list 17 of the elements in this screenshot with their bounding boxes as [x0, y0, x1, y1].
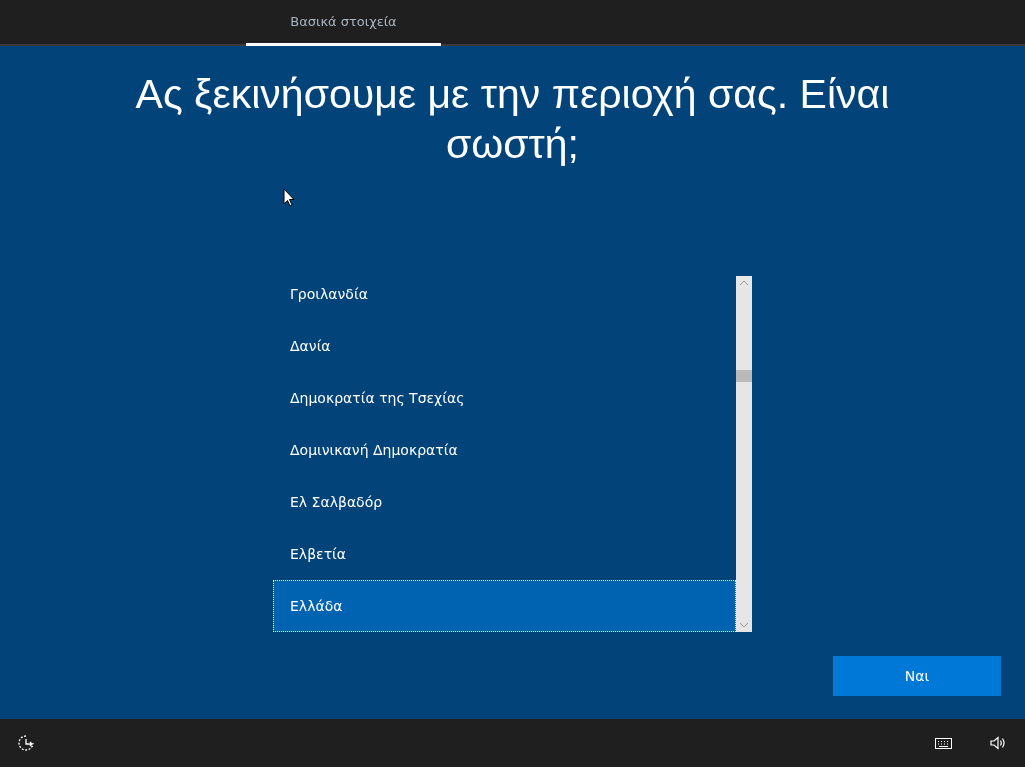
pointer-icon — [283, 188, 295, 207]
tab[interactable]: Βασικά στοιχεία — [246, 0, 441, 46]
scroll-down-icon[interactable] — [739, 622, 749, 628]
keyboard-icon[interactable] — [935, 737, 952, 749]
region-list-item[interactable]: Δομινικανή Δημοκρατία — [273, 424, 736, 476]
region-list-item[interactable]: Δανία — [273, 320, 736, 372]
region-list-item[interactable]: Γροιλανδία — [273, 276, 736, 320]
page-heading: Ας ξεκινήσουμε με την περιοχή σας. Είναι σωστή; — [134, 70, 891, 169]
scroll-up-icon[interactable] — [739, 280, 749, 286]
speaker-icon[interactable] — [990, 736, 1006, 750]
yes-button[interactable]: Ναι — [833, 656, 1001, 696]
region-list-item[interactable]: Ελβετία — [273, 528, 736, 580]
region-list-item[interactable]: Δημοκρατία της Τσεχίας — [273, 372, 736, 424]
scroll-thumb[interactable] — [736, 370, 752, 382]
region-list-item[interactable]: Ελλάδα — [273, 580, 736, 632]
scrollbar[interactable] — [736, 276, 752, 632]
region-list-item[interactable]: Ελ Σαλβαδόρ — [273, 476, 736, 528]
